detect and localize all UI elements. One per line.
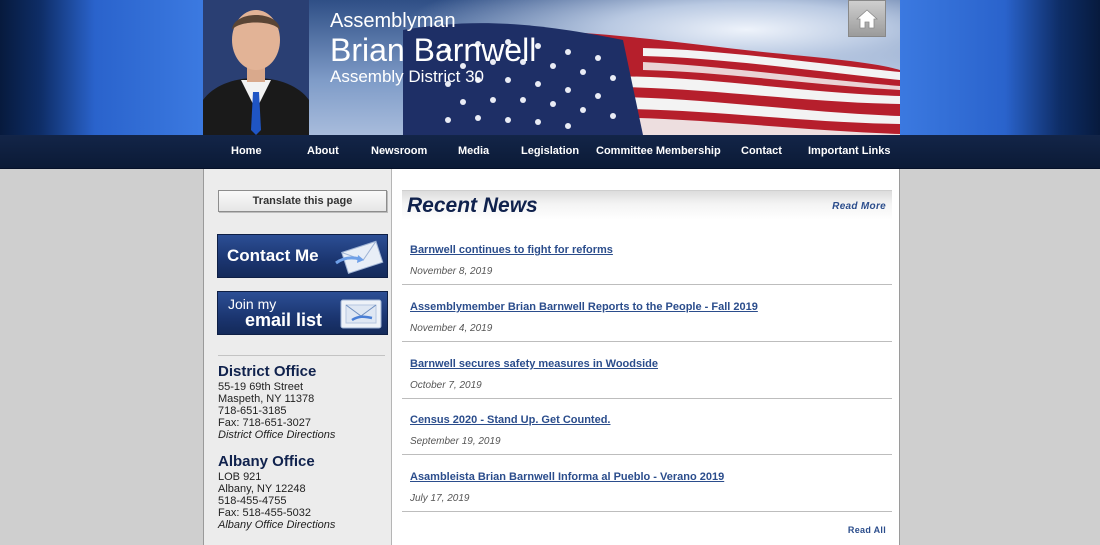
district-office-phone: 718-651-3185 xyxy=(218,405,287,417)
news-item: Barnwell secures safety measures in Wood… xyxy=(402,342,892,399)
news-item: Asambleista Brian Barnwell Informa al Pu… xyxy=(402,455,892,512)
nav-contact[interactable]: Contact xyxy=(741,145,782,157)
main-nav: Home About Newsroom Media Legislation Co… xyxy=(0,135,1100,169)
albany-office-phone: 518-455-4755 xyxy=(218,495,287,507)
nav-committee-membership[interactable]: Committee Membership xyxy=(596,145,721,157)
mail-icon xyxy=(340,299,382,329)
title-block: Assemblyman Brian Barnwell Assembly Dist… xyxy=(330,10,536,86)
email-list-button[interactable]: Join my email list xyxy=(217,291,388,335)
title-assemblyman: Assemblyman xyxy=(330,10,456,32)
recent-news-header: Recent News Read More xyxy=(402,190,892,220)
home-button[interactable] xyxy=(848,0,886,37)
nav-about[interactable]: About xyxy=(307,145,339,157)
read-more-link[interactable]: Read More xyxy=(832,201,886,212)
sidebar-divider xyxy=(218,355,385,356)
district-office-address2: Maspeth, NY 11378 xyxy=(218,393,315,405)
district-office-heading: District Office xyxy=(218,363,317,380)
email-list-line2: email list xyxy=(245,310,323,330)
title-name: Brian Barnwell xyxy=(330,32,537,68)
news-item-date: October 7, 2019 xyxy=(410,380,482,391)
news-item: Assemblymember Brian Barnwell Reports to… xyxy=(402,285,892,342)
page-content: Translate this page Contact Me Join my e… xyxy=(203,169,900,545)
albany-office-address1: LOB 921 xyxy=(218,471,262,483)
home-icon xyxy=(856,8,878,28)
nav-media[interactable]: Media xyxy=(458,145,489,157)
news-item-link[interactable]: Assemblymember Brian Barnwell Reports to… xyxy=(410,301,758,313)
news-item-date: July 17, 2019 xyxy=(410,493,470,504)
albany-office-address2: Albany, NY 12248 xyxy=(218,483,306,495)
albany-office-fax: Fax: 518-455-5032 xyxy=(218,507,311,519)
nav-home[interactable]: Home xyxy=(231,145,262,157)
district-office-fax: Fax: 718-651-3027 xyxy=(218,417,311,429)
district-office-block: District Office 55-19 69th Street Maspet… xyxy=(218,363,335,441)
sidebar: Translate this page Contact Me Join my e… xyxy=(204,169,392,545)
nav-newsroom[interactable]: Newsroom xyxy=(371,145,427,157)
translate-button[interactable]: Translate this page xyxy=(218,190,387,212)
read-all-link[interactable]: Read All xyxy=(848,525,886,535)
albany-office-heading: Albany Office xyxy=(218,453,315,470)
assemblyman-portrait xyxy=(203,0,309,135)
header-banner: Assemblyman Brian Barnwell Assembly Dist… xyxy=(203,0,900,135)
news-item-link[interactable]: Barnwell continues to fight for reforms xyxy=(410,244,613,256)
contact-me-label: Contact Me xyxy=(227,246,319,265)
news-item-date: September 19, 2019 xyxy=(410,436,501,447)
nav-legislation[interactable]: Legislation xyxy=(521,145,579,157)
district-office-directions-link[interactable]: District Office Directions xyxy=(218,429,335,441)
recent-news-panel: Recent News Read More Barnwell continues… xyxy=(402,169,892,545)
nav-important-links[interactable]: Important Links xyxy=(808,145,891,157)
news-item-link[interactable]: Barnwell secures safety measures in Wood… xyxy=(410,358,658,370)
news-item-link[interactable]: Asambleista Brian Barnwell Informa al Pu… xyxy=(410,471,724,483)
recent-news-title: Recent News xyxy=(407,194,538,217)
envelope-icon xyxy=(335,240,384,274)
news-item-link[interactable]: Census 2020 - Stand Up. Get Counted. xyxy=(410,414,610,426)
albany-office-directions-link[interactable]: Albany Office Directions xyxy=(218,519,335,531)
albany-office-block: Albany Office LOB 921 Albany, NY 12248 5… xyxy=(218,453,335,531)
news-item: Census 2020 - Stand Up. Get Counted. Sep… xyxy=(402,398,892,455)
title-district: Assembly District 30 xyxy=(330,67,484,86)
district-office-address1: 55-19 69th Street xyxy=(218,381,304,393)
news-item-date: November 4, 2019 xyxy=(410,323,493,334)
contact-me-button[interactable]: Contact Me xyxy=(217,234,388,278)
news-item-date: November 8, 2019 xyxy=(410,266,493,277)
news-item: Barnwell continues to fight for reforms … xyxy=(402,228,892,285)
